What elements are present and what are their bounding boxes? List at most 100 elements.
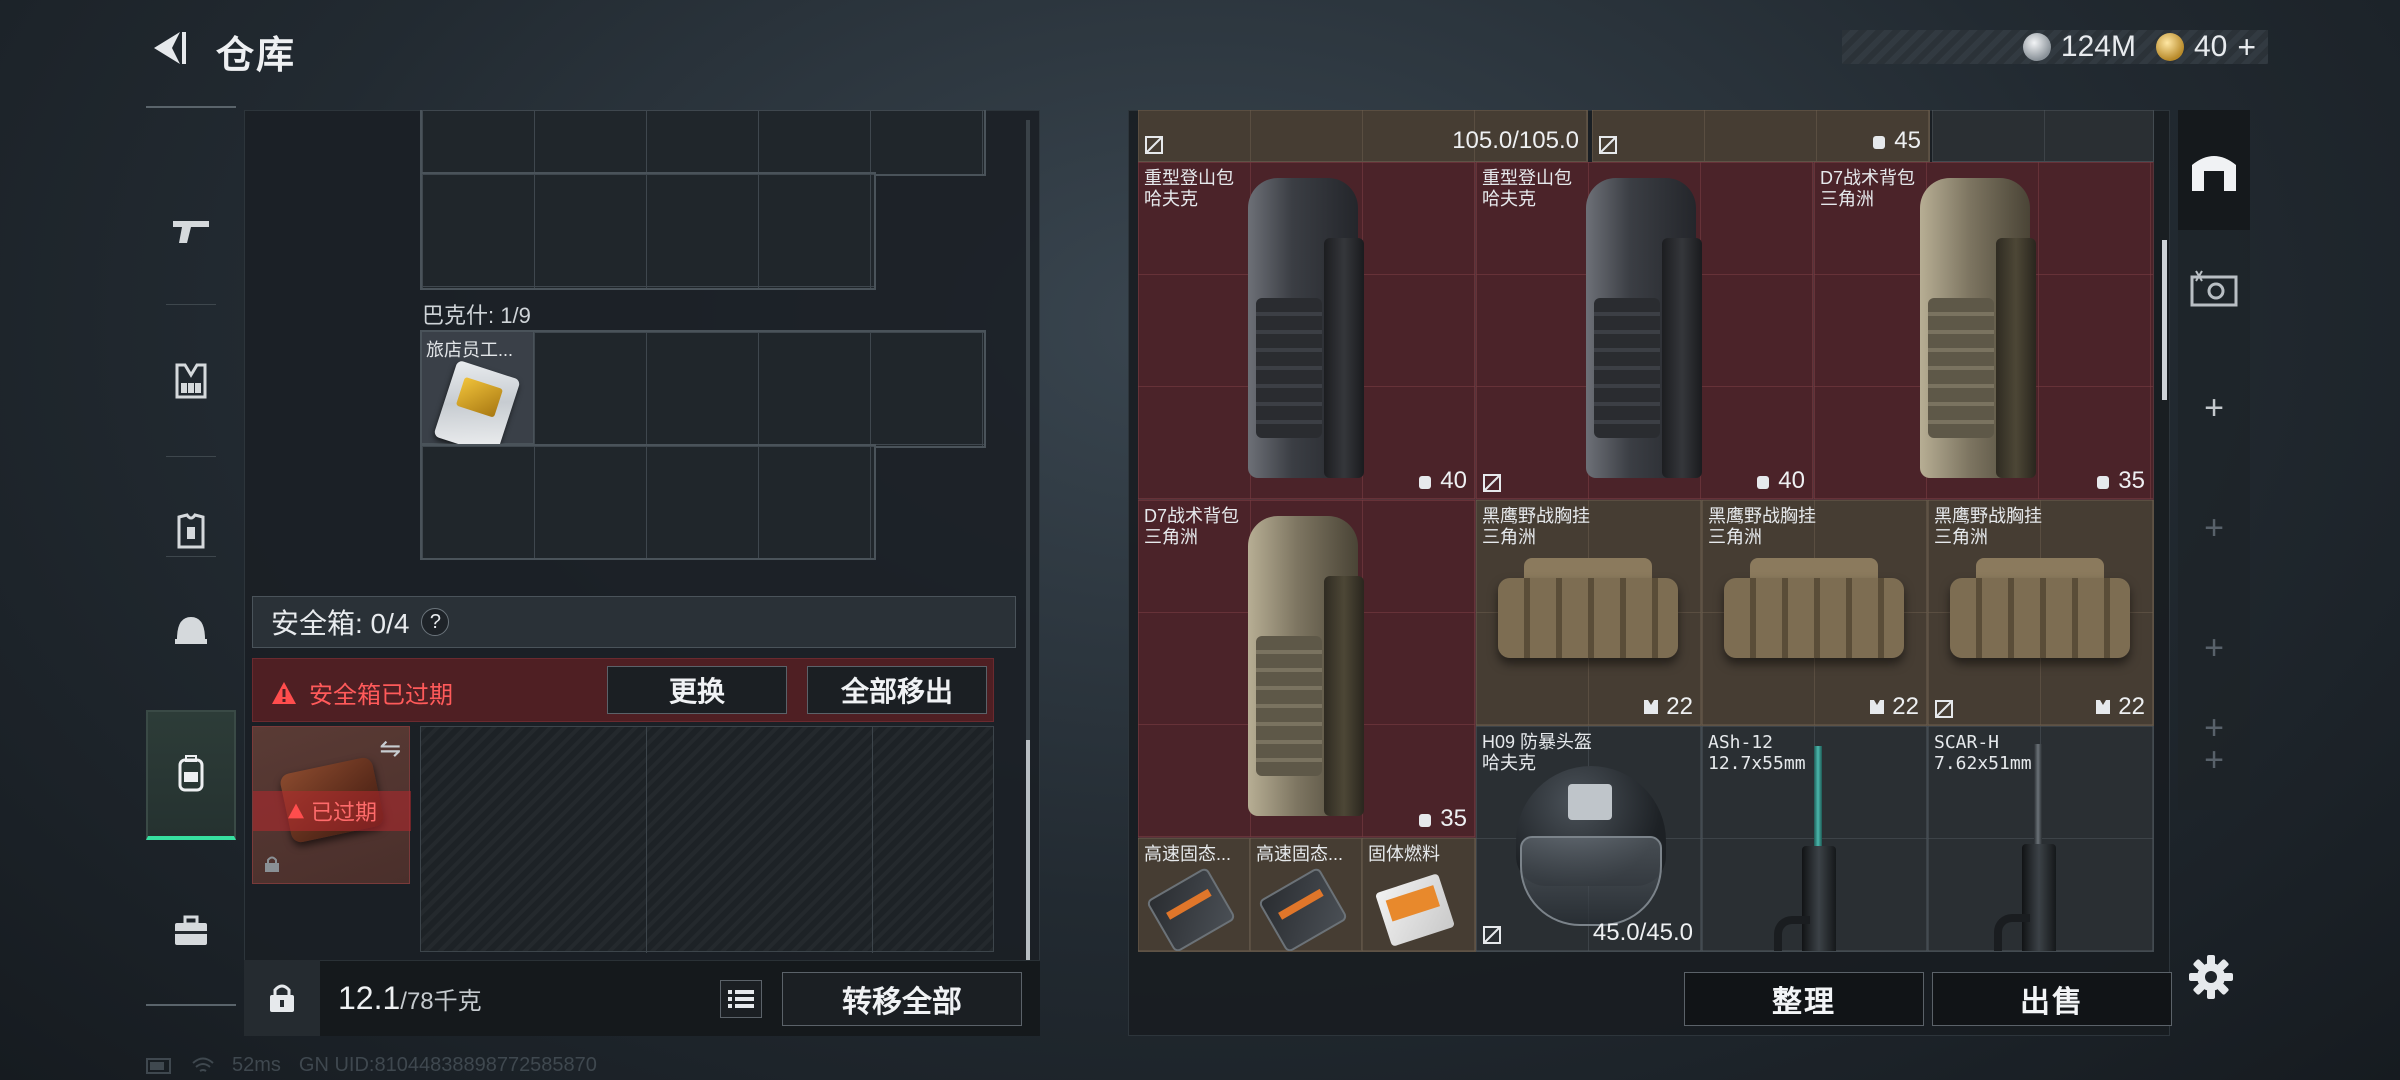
add-currency-button[interactable]: + [2237,29,2256,66]
warning-icon [287,803,304,819]
safe-box-item[interactable]: 已过期 ⇋ [252,726,411,884]
nav-bottom-divider [146,1004,236,1006]
item-name: 黑鹰野战胸挂 三角洲 [1934,506,2042,547]
settings-button[interactable] [2186,952,2236,1002]
warehouse-icon [2192,156,2236,191]
item-name: 重型登山包 哈夫克 [1144,168,1234,209]
nav-helmet[interactable] [146,566,236,696]
backpack-capacity-icon [1419,814,1432,827]
inventory-item-solid-fuel[interactable]: 固体燃料 [1362,838,1476,952]
weight-current: 12.1 [338,980,401,1016]
tab-ticket[interactable] [2178,230,2250,350]
remove-all-button[interactable]: 全部移出 [807,666,987,714]
inventory-item-backpack[interactable]: D7战术背包 三角洲 35 [1138,500,1476,838]
battery-icon [146,1057,171,1074]
inventory-item-rifle[interactable]: ASh-12 12.7x55mm [1702,726,1928,952]
armor-icon [177,513,205,549]
item-name: D7战术背包 三角洲 [1820,168,1916,209]
back-arrow-icon[interactable] [146,26,190,70]
lock-icon [270,984,294,1012]
backpack-image [1910,178,2040,478]
weight-max: /78千克 [400,988,482,1015]
tab-warehouse[interactable] [2178,110,2250,230]
inventory-item-chest-rig[interactable]: 黑鹰野战胸挂 三角洲 22 [1928,500,2154,726]
inventory-scrollbar-thumb[interactable] [2162,240,2167,400]
add-slot-button[interactable]: + [2178,368,2250,448]
item-name: 高速固态... [1256,844,1344,864]
top-header: 仓库 124M 40 + [0,0,2400,100]
nav-backpack[interactable] [146,710,236,840]
nav-weapons[interactable] [146,166,236,296]
storage-scrollbar-thumb[interactable] [1026,740,1030,960]
safe-box-label: 安全箱: 0/4 [271,608,410,639]
inventory-item-ssd[interactable]: 高速固态... [1250,838,1362,952]
warning-icon [272,681,296,704]
gold-coin-icon [2155,33,2184,61]
inventory-item-backpack[interactable]: D7战术背包 三角洲 35 [1814,162,2154,500]
helmet-image [1506,766,1676,936]
silver-currency-value: 124M [2060,30,2136,63]
list-view-button[interactable] [720,980,762,1018]
item-name: 固体燃料 [1368,844,1440,864]
nav-toolbox[interactable] [146,866,236,996]
add-slot-button[interactable]: + [2178,488,2250,568]
item-name: 高速固态... [1144,844,1232,864]
inventory-item-rifle[interactable]: SCAR-H 7.62x51mm [1928,726,2154,952]
safe-slot[interactable] [421,727,647,953]
inventory-item-backpack[interactable]: 重型登山包 哈夫克 40 [1138,162,1476,500]
weight-readout: 12.1/78千克 [338,980,482,1017]
replace-button[interactable]: 更换 [607,666,787,714]
chest-rig-image [1950,558,2130,668]
safe-slot[interactable] [647,727,873,953]
backpack-image [1238,178,1368,478]
inventory-item-chest-rig[interactable]: 黑鹰野战胸挂 三角洲 22 [1476,500,1702,726]
inventory-item-partial[interactable]: 45 [1592,110,1930,162]
add-slot-button[interactable]: + [2178,608,2250,688]
swap-icon[interactable]: ⇋ [379,733,401,764]
backpack-capacity-icon [1757,476,1770,489]
inventory-item-helmet[interactable]: H09 防暴头盔 哈夫克 45.0/45.0 [1476,726,1702,952]
capacity-badge: 22 [2094,693,2145,721]
capacity-badge: 22 [1868,693,1919,721]
lock-toggle[interactable] [244,960,320,1036]
backpack-capacity-icon [1873,136,1886,149]
sort-button[interactable]: 整理 [1684,972,1924,1026]
gold-currency[interactable]: 40 + [2155,29,2256,66]
sell-button[interactable]: 出售 [1932,972,2172,1026]
capacity-value: 22 [1666,693,1693,720]
capacity-value: 35 [1440,805,1467,832]
container-grid-top[interactable] [420,110,986,176]
inventory-item-partial[interactable]: 105.0/105.0 [1138,110,1588,162]
chest-rig-image [1498,558,1678,668]
add-slot-button[interactable]: + [2178,730,2250,790]
transfer-all-button[interactable]: 转移全部 [782,972,1022,1026]
backpack-capacity-icon [2097,476,2110,489]
help-icon[interactable]: ? [421,608,450,636]
safe-box-grid[interactable] [420,726,994,953]
toolbox-icon [175,915,207,945]
capacity-badge: 45 [1870,127,1921,155]
capacity-value: 35 [2118,467,2145,494]
item-name: 黑鹰野战胸挂 三角洲 [1482,506,1590,547]
keycard-image [433,359,521,457]
item-name: 重型登山包 哈夫克 [1482,168,1572,209]
nav-divider [166,456,216,457]
container-grid-upper[interactable] [420,172,876,290]
capacity-value: 45 [1894,127,1921,154]
container-label: 巴克什: 1/9 [422,303,531,328]
capacity-badge: 40 [1416,467,1467,495]
inventory-item-ssd[interactable]: 高速固态... [1138,838,1250,952]
silver-currency: 124M [2022,30,2136,64]
rifle-image [1768,746,1868,951]
inventory-item-backpack[interactable]: 重型登山包 哈夫克 40 [1476,162,1814,500]
inventory-item-chest-rig[interactable]: 黑鹰野战胸挂 三角洲 22 [1702,500,1928,726]
nav-chest-rig[interactable] [146,316,236,446]
inventory-item-partial[interactable] [1932,110,2154,162]
no-trade-icon [1483,474,1501,492]
container-grid-bakshi[interactable]: 旅店员工... [420,330,986,457]
container-grid-bakshi-lower[interactable] [420,444,876,560]
backpack-icon [178,755,204,792]
durability-value: 45.0/45.0 [1592,919,1693,946]
uid-text: GN UID:8104483889877258587​0 [298,1054,597,1076]
inventory-item-employee-card[interactable]: 旅店员工... [422,332,534,457]
